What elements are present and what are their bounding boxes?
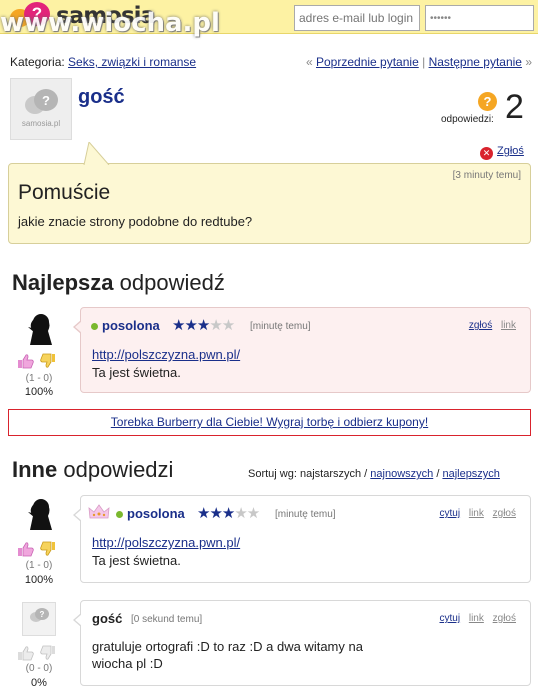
vote-score: (1 - 0) — [25, 560, 53, 571]
answer-author[interactable]: posolona — [102, 318, 160, 333]
prev-question-link[interactable]: Poprzednie pytanie — [316, 55, 419, 69]
star-icon: ★★★ — [172, 317, 210, 334]
answer-text: Ta jest świetna. — [92, 553, 181, 568]
answer-author[interactable]: posolona — [127, 506, 185, 521]
online-dot — [116, 511, 123, 518]
answer-box: posolona ★★★★★ [minutę temu] cytuj link … — [73, 495, 531, 583]
crown-icon — [88, 504, 110, 519]
report-answer-link[interactable]: zgłoś — [493, 508, 516, 519]
login-email-input[interactable] — [294, 5, 420, 31]
star-icon: ★★★ — [197, 505, 235, 522]
nav-separator: | — [422, 55, 426, 69]
report-answer-link[interactable]: zgłoś — [493, 613, 516, 624]
question-title: Pomuście — [18, 181, 111, 204]
question-box: [3 minuty temu] Pomuście jakie znacie st… — [8, 142, 531, 244]
best-answer-heading: Najlepsza odpowiedź — [12, 270, 225, 295]
default-avatar-icon: ? — [30, 608, 49, 622]
answer-actions: zgłoś link — [463, 320, 516, 331]
answer-time: [0 sekund temu] — [131, 614, 203, 625]
vote-score: (0 - 0) — [25, 663, 53, 674]
sort-label: Sortuj wg: najstarszych / — [248, 468, 368, 480]
svg-text:?: ? — [40, 610, 45, 619]
vote-percent: 0% — [31, 677, 47, 689]
ad-banner: Torebka Burberry dla Ciebie! Wygraj torb… — [8, 409, 531, 436]
answer-author[interactable]: gość — [92, 611, 122, 626]
answer-link[interactable]: link — [501, 320, 516, 331]
question-time: [3 minuty temu] — [452, 170, 521, 181]
avatar-caption: samosia.pl — [22, 119, 60, 128]
answers-label: odpowiedzi: — [441, 114, 494, 125]
answer-text-line-2: wiocha pl :D — [92, 656, 163, 671]
answer-text: Ta jest świetna. — [92, 365, 181, 380]
user-silhouette-icon[interactable] — [24, 311, 58, 347]
default-avatar-icon: ? samosia.pl — [11, 79, 71, 139]
question-author-avatar[interactable]: ? samosia.pl — [10, 78, 72, 140]
vote-percent: 100% — [24, 386, 54, 398]
answer-url[interactable]: http://polszczyzna.pwn.pl/ — [92, 347, 240, 362]
speech-tail — [83, 142, 110, 165]
answer-time: [minutę temu] — [250, 321, 311, 332]
report-link[interactable]: Zgłoś — [497, 145, 524, 157]
question-navigation: « Poprzednie pytanie | Następne pytanie … — [306, 55, 532, 69]
answer-text-line-1: gratuluje ortografi :D to raz :D a dwa w… — [92, 639, 363, 654]
best-answer-box: posolona ★★★★★ [minutę temu] zgłoś link … — [73, 307, 531, 393]
rating-stars: ★★★★★ — [172, 316, 235, 334]
rating-stars: ★★★★★ — [197, 504, 260, 522]
star-icon: ★★ — [234, 505, 260, 522]
thumb-down-icon[interactable] — [38, 645, 56, 661]
question-body: jakie znacie strony podobne do redtube? — [18, 214, 253, 229]
watermark: www.wiocha.pl — [0, 8, 220, 38]
star-icon: ★★ — [209, 317, 235, 334]
answers-count: 2 — [505, 88, 524, 126]
sort-options: Sortuj wg: najstarszych / najnowszych / … — [248, 468, 500, 480]
answer-time: [minutę temu] — [275, 509, 336, 520]
answers-counter: ? odpowiedzi: 2 — [441, 88, 531, 130]
answer-author-avatar[interactable]: ? — [22, 602, 56, 636]
password-input[interactable] — [425, 5, 534, 31]
sort-newest-link[interactable]: najnowszych — [370, 468, 433, 480]
report-x-icon: ✕ — [480, 147, 493, 160]
sort-best-link[interactable]: najlepszych — [442, 468, 499, 480]
online-dot — [91, 323, 98, 330]
category-label: Kategoria: — [10, 55, 65, 69]
category-row: Kategoria: Seks, związki i romanse « Pop… — [10, 55, 532, 69]
user-silhouette-icon[interactable] — [24, 496, 58, 532]
answer-actions: cytuj link zgłoś — [434, 508, 517, 519]
svg-text:?: ? — [42, 93, 50, 108]
nav-quote-right: » — [525, 55, 532, 69]
quote-link[interactable]: cytuj — [440, 508, 461, 519]
thumb-down-icon[interactable] — [38, 541, 56, 557]
sort-separator: / — [436, 468, 440, 480]
report-question[interactable]: ✕ Zgłoś — [480, 145, 524, 160]
other-answers-heading: Inne odpowiedzi — [12, 457, 174, 482]
site-header: ? samosia www.wiocha.pl — [0, 0, 538, 38]
quote-link[interactable]: cytuj — [440, 613, 461, 624]
vote-percent: 100% — [24, 574, 54, 586]
thumb-down-icon[interactable] — [38, 353, 56, 369]
question-mark-icon: ? — [478, 92, 497, 111]
answer-actions: cytuj link zgłoś — [434, 613, 517, 624]
vote-score: (1 - 0) — [25, 373, 53, 384]
question-author-name[interactable]: gość — [78, 86, 125, 109]
ad-link[interactable]: Torebka Burberry dla Ciebie! Wygraj torb… — [111, 415, 428, 429]
nav-quote-left: « — [305, 55, 313, 69]
next-question-link[interactable]: Następne pytanie — [429, 55, 522, 69]
answer-link[interactable]: link — [469, 508, 484, 519]
answer-url[interactable]: http://polszczyzna.pwn.pl/ — [92, 535, 240, 550]
report-answer-link[interactable]: zgłoś — [469, 320, 492, 331]
answer-box: gość [0 sekund temu] cytuj link zgłoś gr… — [73, 600, 531, 686]
category-link[interactable]: Seks, związki i romanse — [68, 55, 196, 69]
answer-link[interactable]: link — [469, 613, 484, 624]
